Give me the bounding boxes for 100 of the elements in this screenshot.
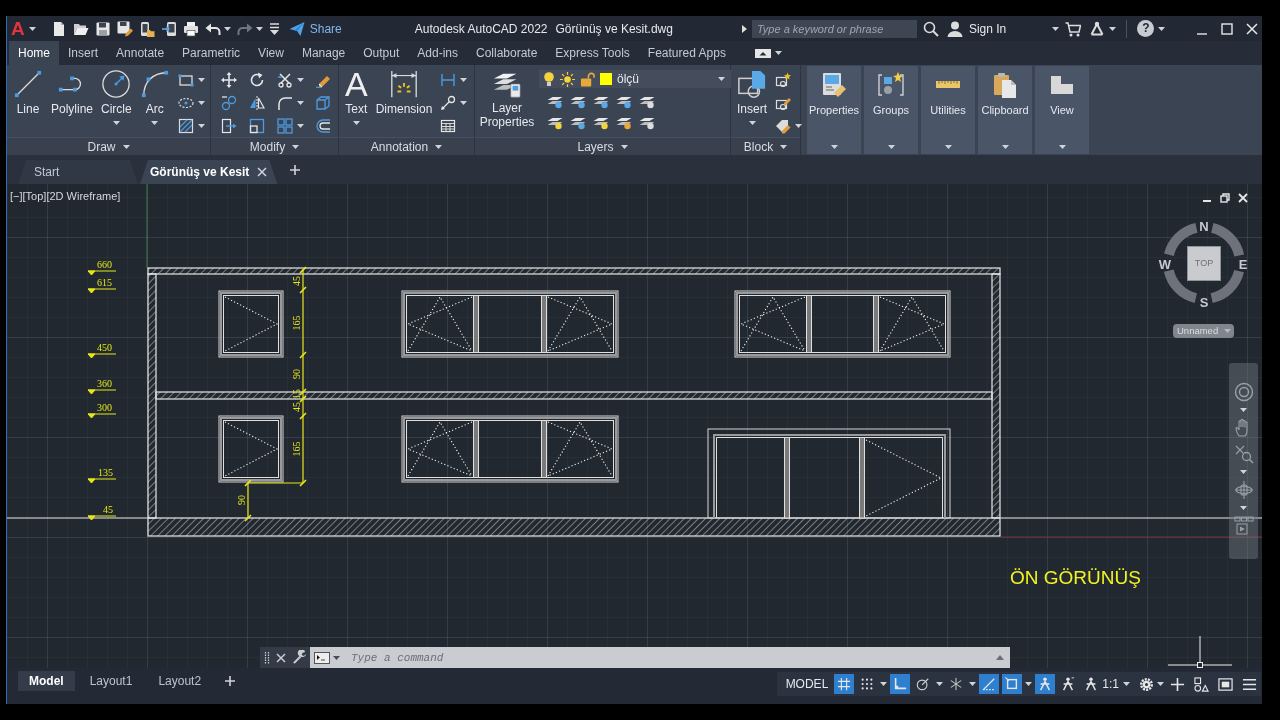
mirror-icon[interactable] bbox=[249, 94, 265, 111]
panel-title-button[interactable]: Block bbox=[731, 137, 800, 155]
scale-icon[interactable] bbox=[249, 117, 265, 134]
scissors-icon[interactable] bbox=[277, 71, 293, 88]
caret-icon[interactable] bbox=[223, 26, 231, 31]
ribbon-tab[interactable]: View bbox=[249, 41, 293, 65]
ribbon-tab[interactable]: Featured Apps bbox=[638, 41, 735, 65]
triangle-nodes-icon[interactable] bbox=[1089, 20, 1106, 37]
annotation-visibility-toggle[interactable] bbox=[1035, 674, 1056, 694]
panel-title-button[interactable]: Draw bbox=[7, 137, 210, 155]
share-button[interactable]: Share bbox=[288, 19, 342, 38]
command-line-field[interactable]: Type a command bbox=[310, 647, 1010, 668]
ribbon-toggle-icon[interactable] bbox=[754, 48, 771, 58]
ribbon-tool-button[interactable]: A Text bbox=[341, 67, 372, 125]
command-prompt-icon[interactable] bbox=[314, 651, 330, 664]
ribbon-tool-button[interactable]: Polyline bbox=[47, 67, 98, 117]
isolate-objects-icon[interactable] bbox=[1194, 676, 1209, 692]
ribbon-tool-button[interactable]: Layer Properties bbox=[477, 67, 537, 130]
collapsed-panel-button[interactable]: View bbox=[1035, 66, 1089, 154]
copy-circles-icon[interactable] bbox=[221, 94, 237, 111]
close-icon[interactable] bbox=[1238, 193, 1248, 203]
compass-letter[interactable]: W bbox=[1158, 257, 1172, 271]
caret-icon[interactable] bbox=[333, 655, 340, 660]
caret-icon[interactable] bbox=[1109, 26, 1117, 31]
plus-icon[interactable] bbox=[1170, 676, 1185, 692]
table-icon[interactable] bbox=[440, 117, 457, 134]
expand-arrow-icon[interactable] bbox=[741, 24, 747, 33]
view-menu[interactable]: [Top] bbox=[22, 190, 47, 204]
layout-tab[interactable]: Model bbox=[18, 671, 75, 691]
collapsed-panel-button[interactable]: Groups bbox=[864, 66, 918, 154]
caret-icon[interactable] bbox=[460, 100, 468, 105]
ribbon-tab[interactable]: Express Tools bbox=[546, 41, 639, 65]
ortho-toggle[interactable] bbox=[890, 674, 911, 694]
caret-icon[interactable] bbox=[255, 26, 263, 31]
ribbon-tool-button[interactable]: Line bbox=[9, 67, 47, 117]
panel-title-button[interactable]: Modify bbox=[211, 137, 338, 155]
maximize-icon[interactable] bbox=[1221, 22, 1233, 35]
caret-icon[interactable] bbox=[1158, 26, 1166, 31]
ribbon-tool-button[interactable]: Arc bbox=[135, 67, 174, 125]
caret-icon[interactable] bbox=[774, 51, 782, 55]
array-grid-icon[interactable] bbox=[277, 117, 293, 134]
caret-icon[interactable] bbox=[795, 123, 802, 128]
ribbon-tab[interactable]: Insert bbox=[59, 41, 108, 65]
caret-icon[interactable] bbox=[197, 100, 205, 105]
close-icon[interactable] bbox=[257, 167, 268, 177]
search-icon[interactable] bbox=[922, 20, 939, 37]
caret-icon[interactable] bbox=[28, 26, 36, 31]
phone-folder-icon[interactable] bbox=[138, 20, 155, 37]
sign-in-button[interactable]: Sign In bbox=[946, 19, 1060, 38]
model-space-button[interactable]: MODEL bbox=[782, 675, 832, 693]
floppy-pencil-icon[interactable] bbox=[116, 20, 133, 37]
ribbon-tab[interactable]: Home bbox=[9, 41, 59, 65]
wrench-icon[interactable] bbox=[292, 650, 307, 665]
restore-icon[interactable] bbox=[1220, 193, 1230, 203]
fillet-icon[interactable] bbox=[277, 94, 293, 111]
search-field[interactable]: Type a keyword or phrase bbox=[751, 19, 917, 38]
layout-tab[interactable]: Layout2 bbox=[147, 671, 213, 691]
collapsed-panel-button[interactable]: Utilities bbox=[921, 66, 975, 154]
compass-letter[interactable]: N bbox=[1199, 219, 1209, 233]
ribbon-tab[interactable]: Annotate bbox=[107, 41, 174, 65]
caret-up-icon[interactable] bbox=[996, 655, 1004, 660]
tracking-toggle[interactable] bbox=[979, 674, 1000, 694]
visual-style-menu[interactable]: [2D Wireframe] bbox=[46, 190, 121, 204]
file-tab[interactable]: Start bbox=[18, 160, 138, 184]
caret-icon[interactable] bbox=[297, 100, 304, 105]
tag-pencil-icon[interactable] bbox=[775, 117, 791, 134]
caret-icon[interactable] bbox=[460, 77, 468, 82]
compass-letter[interactable]: S bbox=[1199, 295, 1209, 309]
caret-icon[interactable] bbox=[936, 682, 944, 686]
caret-icon[interactable] bbox=[880, 682, 888, 686]
caret-icon[interactable] bbox=[1240, 408, 1247, 412]
layout-tab[interactable]: Layout1 bbox=[78, 671, 144, 691]
ribbon-tab[interactable]: Manage bbox=[292, 41, 355, 65]
plus-icon[interactable] bbox=[224, 675, 237, 687]
steering-wheel-icon[interactable] bbox=[1233, 382, 1254, 402]
panel-title-button[interactable]: Annotation bbox=[339, 137, 474, 155]
printer-icon[interactable] bbox=[182, 20, 199, 37]
stretch-icon[interactable] bbox=[221, 117, 237, 134]
hatch-icon[interactable] bbox=[177, 117, 194, 134]
settings-icon[interactable] bbox=[1139, 676, 1154, 692]
rotate-icon[interactable] bbox=[249, 71, 265, 88]
offset-icon[interactable] bbox=[315, 117, 331, 134]
collapsed-panel-button[interactable]: Properties bbox=[807, 66, 861, 154]
caret-icon[interactable] bbox=[1240, 470, 1247, 474]
file-tab[interactable]: Görünüş ve Kesit bbox=[140, 160, 278, 184]
menu-icon[interactable] bbox=[1242, 676, 1257, 692]
grid-toggle[interactable] bbox=[834, 674, 855, 694]
caret-icon[interactable] bbox=[197, 123, 205, 128]
ribbon-tab[interactable]: Output bbox=[354, 41, 409, 65]
caret-icon[interactable] bbox=[969, 682, 977, 686]
collapsed-panel-button[interactable]: Clipboard bbox=[978, 66, 1032, 154]
annotation-scale-button[interactable]: 1:1 bbox=[1081, 675, 1133, 693]
block-star-icon[interactable] bbox=[775, 71, 791, 88]
ribbon-tool-button[interactable]: Circle bbox=[97, 67, 136, 125]
object-snap-toggle[interactable] bbox=[1002, 674, 1023, 694]
move-arrows-icon[interactable] bbox=[221, 71, 237, 88]
panel-title-button[interactable]: Layers bbox=[475, 137, 730, 155]
leader-icon[interactable] bbox=[440, 94, 457, 111]
layer-dropdown[interactable]: ölçü bbox=[539, 70, 731, 88]
viewport-controls-menu[interactable]: [−] bbox=[10, 190, 23, 204]
